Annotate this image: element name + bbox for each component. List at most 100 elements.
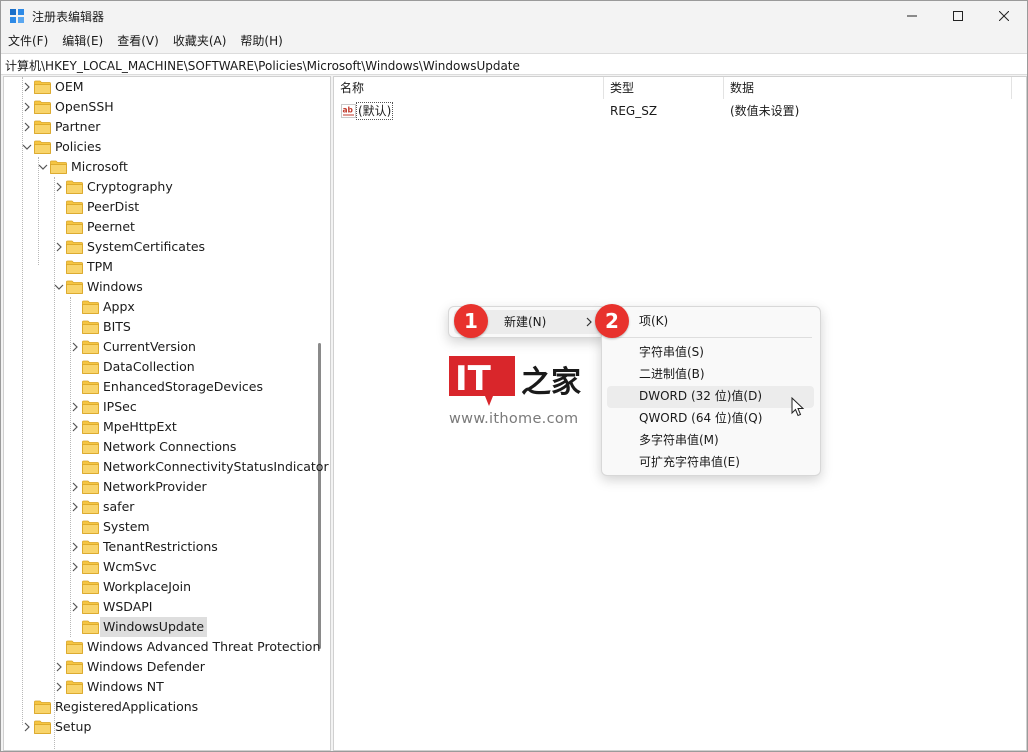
tree-item[interactable]: Appx bbox=[4, 297, 324, 317]
chevron-right-icon[interactable] bbox=[70, 562, 80, 572]
chevron-right-icon[interactable] bbox=[70, 342, 80, 352]
chevron-right-icon[interactable] bbox=[70, 602, 80, 612]
tree-item[interactable]: Network Connections bbox=[4, 437, 324, 457]
folder-icon bbox=[82, 380, 99, 394]
value-name[interactable]: (默认) bbox=[356, 102, 394, 120]
tree-item[interactable]: MpeHttpExt bbox=[4, 417, 324, 437]
tree-item[interactable]: CurrentVersion bbox=[4, 337, 324, 357]
folder-icon bbox=[82, 580, 99, 594]
tree-item[interactable]: PeerDist bbox=[4, 197, 324, 217]
chevron-right-icon[interactable] bbox=[22, 722, 32, 732]
tree-item[interactable]: safer bbox=[4, 497, 324, 517]
chevron-right-icon[interactable] bbox=[54, 182, 64, 192]
tree-item[interactable]: Windows bbox=[4, 277, 324, 297]
tree-item[interactable]: Windows Defender bbox=[4, 657, 324, 677]
tree-item[interactable]: RegisteredApplications bbox=[4, 697, 324, 717]
tree-item-label: Setup bbox=[55, 719, 92, 734]
tree-item-label: RegisteredApplications bbox=[55, 699, 199, 714]
chevron-right-icon[interactable] bbox=[54, 662, 64, 672]
chevron-right-icon[interactable] bbox=[70, 542, 80, 552]
maximize-button[interactable] bbox=[935, 1, 981, 31]
submenu-item-dword[interactable]: DWORD (32 位)值(D) bbox=[639, 385, 762, 407]
tree-item[interactable]: SystemCertificates bbox=[4, 237, 324, 257]
value-row[interactable]: ab (默认) REG_SZ (数值未设置) bbox=[334, 101, 1024, 121]
chevron-right-icon[interactable] bbox=[54, 682, 64, 692]
chevron-right-icon[interactable] bbox=[70, 402, 80, 412]
folder-icon bbox=[82, 460, 99, 474]
tree-item[interactable]: WindowsUpdate bbox=[4, 617, 324, 637]
tree-item-label: SystemCertificates bbox=[87, 239, 206, 254]
chevron-right-icon[interactable] bbox=[22, 122, 32, 132]
tree-item-label: NetworkProvider bbox=[103, 479, 207, 494]
chevron-right-icon[interactable] bbox=[70, 482, 80, 492]
context-menu-new[interactable]: 新建(N) bbox=[504, 311, 546, 333]
tree-item[interactable]: Peernet bbox=[4, 217, 324, 237]
submenu-item-binary[interactable]: 二进制值(B) bbox=[639, 363, 705, 385]
column-header-type[interactable]: 类型 bbox=[604, 77, 724, 99]
tree-item[interactable]: TenantRestrictions bbox=[4, 537, 324, 557]
folder-icon bbox=[82, 340, 99, 354]
submenu-item-string[interactable]: 字符串值(S) bbox=[639, 341, 704, 363]
tree-item[interactable]: TPM bbox=[4, 257, 324, 277]
address-bar[interactable]: 计算机\HKEY_LOCAL_MACHINE\SOFTWARE\Policies… bbox=[1, 53, 1027, 75]
folder-icon bbox=[66, 180, 83, 194]
submenu-chevron-icon bbox=[586, 317, 592, 327]
tree-item[interactable]: Partner bbox=[4, 117, 324, 137]
tree-item[interactable]: Windows Advanced Threat Protection bbox=[4, 637, 324, 657]
new-submenu: 项(K) 字符串值(S) 二进制值(B) DWORD (32 位)值(D) QWORD… bbox=[601, 306, 821, 476]
tree-item[interactable]: System bbox=[4, 517, 324, 537]
chevron-right-icon[interactable] bbox=[22, 102, 32, 112]
menu-help[interactable]: 帮助(H) bbox=[233, 31, 289, 52]
tree-item[interactable]: DataCollection bbox=[4, 357, 324, 377]
folder-icon bbox=[82, 300, 99, 314]
folder-icon bbox=[82, 420, 99, 434]
tree-item[interactable]: NetworkProvider bbox=[4, 477, 324, 497]
chevron-down-icon[interactable] bbox=[38, 162, 48, 172]
close-icon bbox=[999, 11, 1009, 21]
key-tree-pane[interactable]: OEM OpenSSH Partner Policies Microsoft Crypto… bbox=[3, 76, 331, 751]
tree-item-label: WcmSvc bbox=[103, 559, 157, 574]
chevron-down-icon[interactable] bbox=[54, 282, 64, 292]
tree-item[interactable]: WSDAPI bbox=[4, 597, 324, 617]
menu-file[interactable]: 文件(F) bbox=[1, 31, 55, 52]
submenu-item-key[interactable]: 项(K) bbox=[639, 310, 668, 332]
tree-item[interactable]: Windows NT bbox=[4, 677, 324, 697]
tree-item[interactable]: Setup bbox=[4, 717, 324, 737]
chevron-right-icon[interactable] bbox=[70, 422, 80, 432]
chevron-down-icon[interactable] bbox=[22, 142, 32, 152]
tree-item-label: TenantRestrictions bbox=[103, 539, 218, 554]
tree-item[interactable]: WcmSvc bbox=[4, 557, 324, 577]
title-bar[interactable]: 注册表编辑器 bbox=[1, 1, 1027, 31]
folder-icon bbox=[50, 160, 67, 174]
tree-item[interactable]: BITS bbox=[4, 317, 324, 337]
column-header-data[interactable]: 数据 bbox=[724, 77, 1012, 99]
chevron-right-icon[interactable] bbox=[70, 502, 80, 512]
tree-item[interactable]: NetworkConnectivityStatusIndicator bbox=[4, 457, 329, 477]
chevron-right-icon[interactable] bbox=[54, 242, 64, 252]
close-button[interactable] bbox=[981, 1, 1027, 31]
tree-item-label: OpenSSH bbox=[55, 99, 114, 114]
address-path[interactable]: 计算机\HKEY_LOCAL_MACHINE\SOFTWARE\Policies… bbox=[5, 57, 520, 74]
tree-item[interactable]: Cryptography bbox=[4, 177, 324, 197]
column-header-name[interactable]: 名称 bbox=[334, 77, 604, 99]
tree-item[interactable]: Policies bbox=[4, 137, 324, 157]
submenu-item-multistring[interactable]: 多字符串值(M) bbox=[639, 429, 719, 451]
chevron-right-icon[interactable] bbox=[22, 82, 32, 92]
tree-item-label: PeerDist bbox=[87, 199, 140, 214]
tree-item[interactable]: OEM bbox=[4, 77, 324, 97]
submenu-item-expandstring[interactable]: 可扩充字符串值(E) bbox=[639, 451, 740, 473]
folder-icon bbox=[34, 140, 51, 154]
minimize-button[interactable] bbox=[889, 1, 935, 31]
tree-item[interactable]: IPSec bbox=[4, 397, 324, 417]
tree-item[interactable]: WorkplaceJoin bbox=[4, 577, 324, 597]
tree-item[interactable]: OpenSSH bbox=[4, 97, 324, 117]
menu-edit[interactable]: 编辑(E) bbox=[55, 31, 110, 52]
tree-item-label: Peernet bbox=[87, 219, 135, 234]
menu-view[interactable]: 查看(V) bbox=[110, 31, 166, 52]
submenu-item-qword[interactable]: QWORD (64 位)值(Q) bbox=[639, 407, 762, 429]
menu-favorites[interactable]: 收藏夹(A) bbox=[166, 31, 234, 52]
tree-item-label: WSDAPI bbox=[103, 599, 153, 614]
tree-item[interactable]: Microsoft bbox=[4, 157, 324, 177]
tree-item[interactable]: EnhancedStorageDevices bbox=[4, 377, 324, 397]
minimize-icon bbox=[907, 15, 917, 17]
